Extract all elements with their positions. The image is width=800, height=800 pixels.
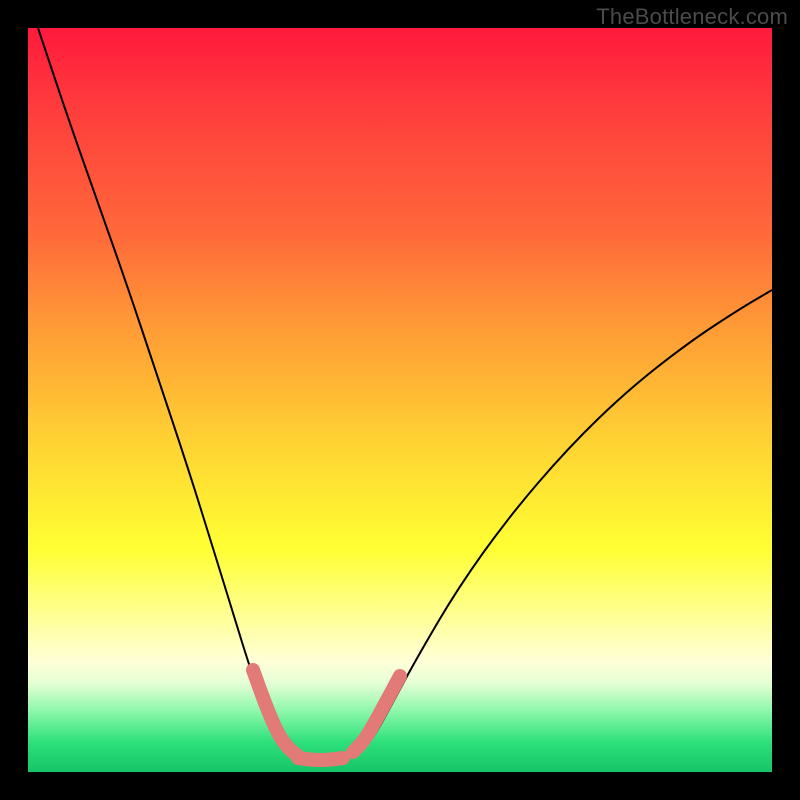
watermark-text: TheBottleneck.com <box>596 4 788 30</box>
highlight-bottom <box>298 758 343 760</box>
chart-svg <box>28 28 772 772</box>
highlight-right <box>353 676 400 752</box>
bottleneck-curve <box>38 28 772 760</box>
chart-plot-area <box>28 28 772 772</box>
highlight-left <box>253 670 298 756</box>
